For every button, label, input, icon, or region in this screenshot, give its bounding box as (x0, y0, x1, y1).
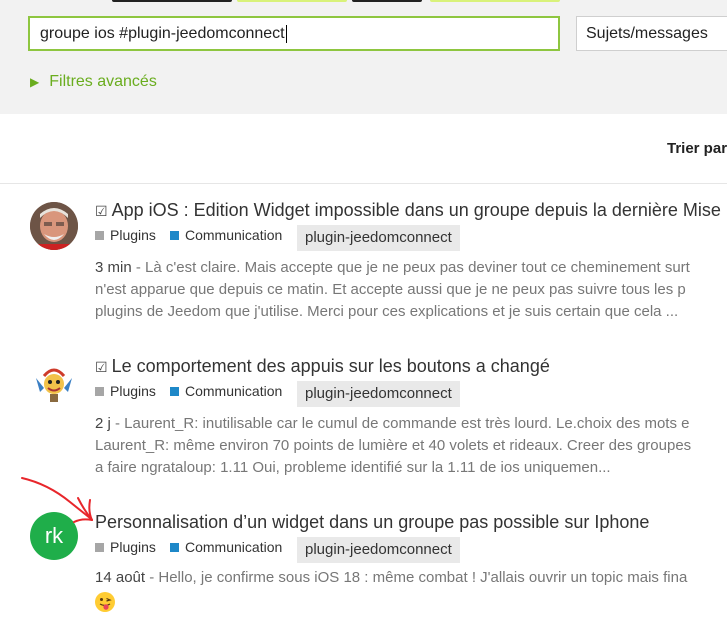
search-query: groupe ios #plugin-jeedomconnect (40, 25, 285, 42)
category-badge-plugins[interactable]: Plugins (95, 382, 156, 400)
avatar[interactable] (30, 202, 78, 250)
category-name: Communication (185, 227, 283, 243)
category-badge-communication[interactable]: Communication (170, 382, 282, 400)
topic-title-link[interactable]: ☑ App iOS : Edition Widget impossible dan… (95, 199, 721, 222)
search-result: rk Personnalisation d’un widget dans un … (0, 508, 727, 639)
sort-by-button[interactable]: Trier par (667, 140, 727, 157)
search-result: ☑ App iOS : Edition Widget impossible dan… (0, 196, 727, 326)
category-name: Plugins (110, 539, 156, 555)
red-annotation-arrow-icon (21, 477, 93, 523)
category-badge-plugins[interactable]: Plugins (95, 226, 156, 244)
avatar[interactable] (30, 358, 78, 406)
category-color-square (95, 230, 104, 240)
excerpt-line: - Laurent_R: inutilisable car le cumul d… (110, 415, 690, 432)
search-panel: groupe ios #plugin-jeedomconnect Sujets/… (0, 0, 727, 114)
category-color-square (170, 386, 179, 396)
category-color-square (170, 230, 179, 240)
category-name: Plugins (110, 227, 156, 243)
sort-bar: Trier par (0, 114, 727, 184)
search-input[interactable]: groupe ios #plugin-jeedomconnect (28, 16, 560, 51)
topic-title-text: Le comportement des appuis sur les bouto… (111, 356, 550, 376)
topic-title-text: App iOS : Edition Widget impossible dans… (111, 200, 721, 220)
advanced-filters-toggle[interactable]: ▶ Filtres avancés (30, 72, 157, 92)
excerpt-line: plugins de Jeedom que j'utilise. Merci p… (95, 303, 679, 320)
text-caret (285, 24, 287, 43)
checkbox-checked-icon: ☑ (95, 203, 108, 219)
category-color-square (95, 542, 104, 552)
category-color-square (95, 386, 104, 396)
excerpt-line: a faire ngrataloup: 1.11 Oui, probleme i… (95, 459, 611, 476)
topic-excerpt: 14 août - Hello, je confirme sous iOS 18… (95, 567, 727, 589)
post-date: 3 min (95, 259, 132, 276)
topic-title-link[interactable]: Personnalisation d’un widget dans un gro… (95, 511, 649, 533)
excerpt-line: - Là c'est claire. Mais accepte que je n… (131, 259, 690, 276)
topic-excerpt: 2 j - Laurent_R: inutilisable car le cum… (95, 413, 727, 479)
search-scope-value: Sujets/messages (586, 25, 708, 42)
stuck-out-tongue-emoji-icon (95, 592, 115, 612)
category-badge-communication[interactable]: Communication (170, 226, 282, 244)
category-name: Communication (185, 539, 283, 555)
post-date: 2 j (95, 415, 111, 432)
topic-excerpt: 3 min - Là c'est claire. Mais accepte qu… (95, 257, 727, 323)
page-title-cropped (112, 0, 560, 4)
category-color-square (170, 542, 179, 552)
excerpt-line: n'est apparue que depuis ce matin. Et ac… (95, 281, 686, 298)
tag-plugin-jeedomconnect[interactable]: plugin-jeedomconnect (297, 225, 460, 251)
search-result: ☑ Le comportement des appuis sur les bout… (0, 352, 727, 482)
post-date: 14 août (95, 569, 146, 586)
topic-title-text: Personnalisation d’un widget dans un gro… (95, 512, 650, 532)
excerpt-line: Laurent_R: même environ 70 points de lum… (95, 437, 692, 454)
tag-plugin-jeedomconnect[interactable]: plugin-jeedomconnect (297, 381, 460, 407)
topic-title-link[interactable]: ☑ Le comportement des appuis sur les bout… (95, 355, 550, 378)
advanced-filters-label: Filtres avancés (49, 73, 157, 90)
checkbox-checked-icon: ☑ (95, 359, 108, 375)
excerpt-line: - Hello, je confirme sous iOS 18 : même … (145, 569, 688, 586)
category-badge-plugins[interactable]: Plugins (95, 538, 156, 556)
tag-plugin-jeedomconnect[interactable]: plugin-jeedomconnect (297, 537, 460, 563)
category-badge-communication[interactable]: Communication (170, 538, 282, 556)
triangle-right-icon: ▶ (30, 75, 40, 89)
search-scope-select[interactable]: Sujets/messages (576, 16, 727, 51)
category-name: Plugins (110, 383, 156, 399)
category-name: Communication (185, 383, 283, 399)
